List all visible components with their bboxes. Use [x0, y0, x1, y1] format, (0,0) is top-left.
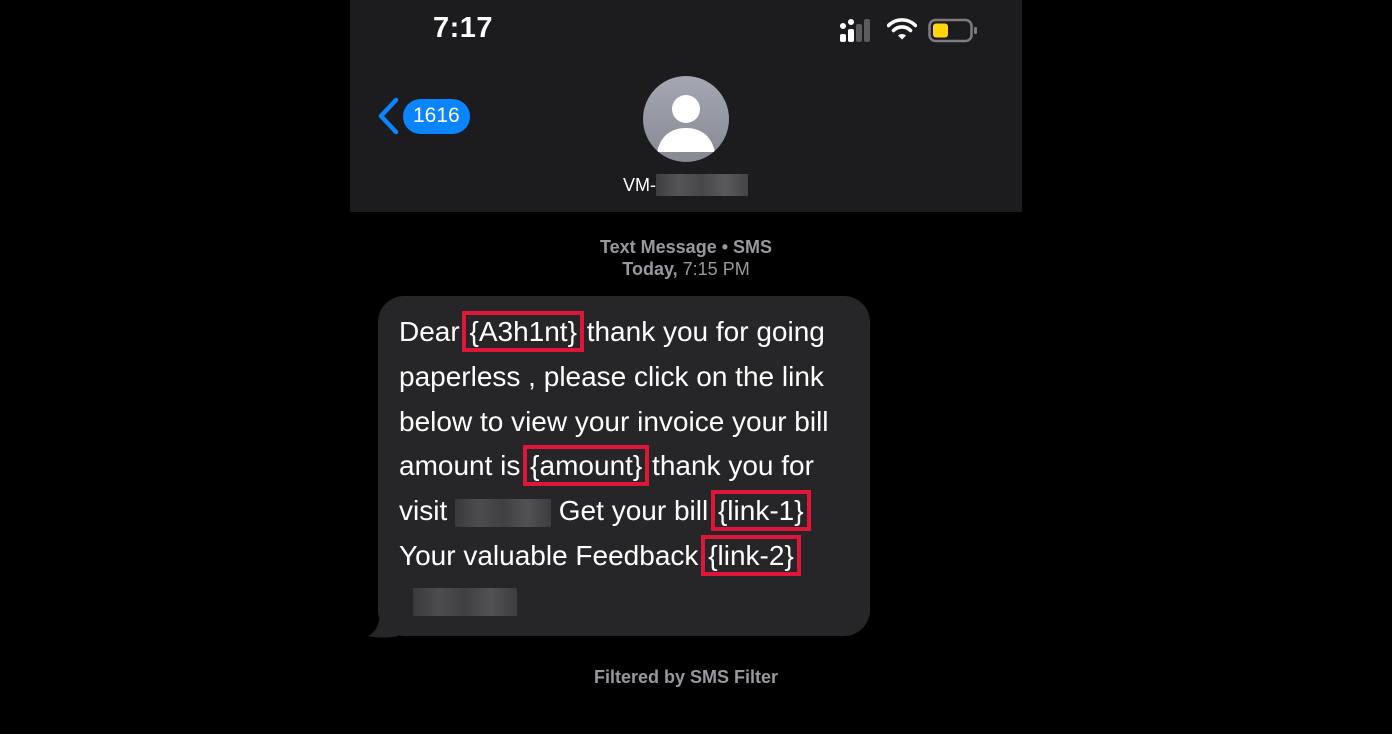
- wifi-icon: [887, 18, 917, 40]
- message-segment: Dear: [399, 316, 468, 347]
- message-text: Dear {A3h1nt} thank you for going paperl…: [399, 310, 860, 624]
- redacted-block: [656, 174, 748, 196]
- redacted-block: [455, 498, 551, 527]
- back-button[interactable]: 1616: [376, 97, 470, 135]
- battery-icon: [928, 18, 977, 43]
- message-segment: Get your bill: [551, 495, 716, 527]
- message-time: 7:15 PM: [682, 259, 750, 279]
- messages-screen: 7:17 1616 VM- Text Message • SMS Today, …: [350, 0, 1022, 734]
- amount-placeholder: {amount}: [523, 445, 650, 487]
- chevron-left-icon: [378, 97, 399, 135]
- person-icon: [657, 95, 715, 152]
- link2-placeholder: {link-2}: [701, 534, 801, 576]
- unread-count-badge: 1616: [403, 98, 470, 134]
- conversation-header: 7:17 1616 VM-: [350, 0, 1022, 212]
- status-time: 7:17: [433, 12, 494, 44]
- name-placeholder: {A3h1nt}: [462, 311, 584, 352]
- contact-name-button[interactable]: VM-: [623, 172, 753, 198]
- link1-placeholder: {link-1}: [710, 490, 811, 532]
- contact-name: VM-: [623, 174, 656, 195]
- message-bubble[interactable]: Dear {A3h1nt} thank you for going paperl…: [378, 296, 870, 636]
- contact-avatar[interactable]: [643, 76, 729, 162]
- sms-filter-label: Filtered by SMS Filter: [593, 667, 779, 687]
- redacted-block: [413, 588, 517, 617]
- message-type-label: Text Message • SMS: [599, 237, 773, 257]
- message-timestamp: Today, 7:15 PM: [350, 259, 1022, 280]
- message-date: Today,: [622, 259, 678, 279]
- cellular-signal-icon: [840, 19, 870, 42]
